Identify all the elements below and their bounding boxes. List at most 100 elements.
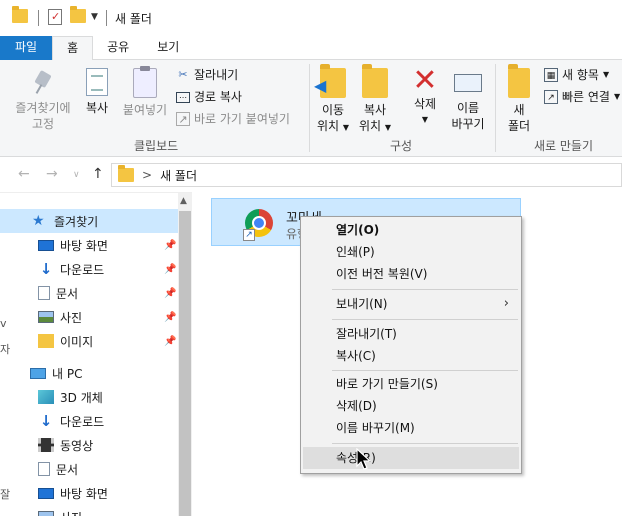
copy-to-button[interactable]: 복사 위치 ▼	[355, 64, 395, 136]
paste-shortcut-button[interactable]: ↗ 바로 가기 붙여넣기	[176, 111, 290, 127]
copy-button[interactable]: 복사	[80, 68, 114, 116]
nav-item-desktop[interactable]: 바탕 화면 📌	[0, 233, 178, 257]
new-item-label: 새 항목	[562, 68, 599, 82]
paste-shortcut-icon: ↗	[176, 112, 190, 126]
nav-label: 문서	[56, 462, 79, 477]
quick-access-dropdown-icon[interactable]: ▼	[91, 12, 98, 22]
easy-access-icon: ↗	[544, 90, 558, 104]
chevron-right-icon: ›	[503, 296, 509, 311]
pc-icon	[30, 367, 46, 379]
scroll-up-icon[interactable]: ▲	[180, 196, 187, 206]
breadcrumb-current[interactable]: 새 폴더	[160, 167, 197, 184]
folder-icon	[118, 165, 134, 182]
recent-chevron-down-icon[interactable]: ∨	[73, 170, 80, 180]
folder-icon	[12, 6, 28, 23]
paste-button[interactable]: 붙여넣기	[118, 66, 172, 118]
new-folder-icon	[508, 64, 530, 98]
rename-button[interactable]: 이름 바꾸기	[448, 68, 488, 132]
tab-view[interactable]: 보기	[143, 36, 193, 60]
menu-item-delete[interactable]: 삭제(D)	[303, 395, 519, 417]
nav-item-this-pc[interactable]: 내 PC	[0, 361, 178, 385]
rename-label-2: 바꾸기	[451, 117, 485, 131]
new-folder-label-2: 폴더	[507, 119, 531, 133]
nav-item-downloads[interactable]: ↓ 다운로드 📌	[0, 257, 178, 281]
nav-label: 바탕 화면	[60, 238, 108, 253]
menu-item-print[interactable]: 인쇄(P)	[303, 241, 519, 263]
menu-item-open[interactable]: 열기(O)	[303, 219, 519, 241]
nav-label: 다운로드	[60, 414, 105, 429]
menu-separator	[332, 370, 518, 371]
nav-item-videos[interactable]: 동영상	[0, 433, 178, 457]
new-folder-button[interactable]: 새 폴더	[502, 64, 536, 134]
copy-path-button[interactable]: ⋯ 경로 복사	[176, 89, 242, 105]
menu-item-create-shortcut[interactable]: 바로 가기 만들기(S)	[303, 373, 519, 395]
nav-label: 즐겨찾기	[54, 214, 99, 229]
shortcut-arrow-icon: ↗	[243, 229, 255, 241]
title-bar: ▼ 새 폴더	[0, 0, 622, 36]
move-label: 이동	[321, 103, 345, 117]
nav-item-pc-downloads[interactable]: ↓ 다운로드	[0, 409, 178, 433]
pictures-icon	[38, 311, 54, 323]
easy-access-label: 빠른 연결	[562, 90, 610, 104]
desktop-icon	[38, 239, 54, 251]
nav-item-quick-access[interactable]: ★ 즐겨찾기	[0, 209, 178, 233]
move-label-2: 위치	[316, 119, 340, 133]
pin-to-quick-access-button[interactable]: 즐겨찾기에 고정	[8, 70, 78, 132]
address-bar: ← → ∨ ↑ > 새 폴더	[0, 158, 622, 192]
move-to-button[interactable]: ◀ 이동 위치 ▼	[314, 64, 352, 136]
new-folder-quick-icon[interactable]	[70, 6, 86, 23]
easy-access-button[interactable]: ↗ 빠른 연결 ▼	[544, 89, 620, 105]
scissors-icon: ✂	[178, 68, 188, 81]
document-icon	[38, 462, 50, 476]
tab-home[interactable]: 홈	[52, 36, 94, 61]
menu-item-send-to[interactable]: 보내기(N) ›	[303, 293, 519, 315]
nav-label: 이미지	[60, 334, 94, 349]
copy-label: 복사	[85, 101, 109, 115]
nav-item-pictures[interactable]: 사진 📌	[0, 305, 178, 329]
menu-item-copy[interactable]: 복사(C)	[303, 345, 519, 367]
desktop-icon	[38, 487, 54, 499]
cut-label: 잘라내기	[194, 68, 239, 82]
cut-button[interactable]: ✂ 잘라내기	[176, 67, 238, 83]
folder-icon	[38, 334, 54, 348]
nav-scrollbar[interactable]: ▲	[178, 193, 192, 516]
delete-button[interactable]: ✕ 삭제 ▼	[407, 66, 443, 128]
back-arrow-icon[interactable]: ←	[18, 166, 30, 182]
scroll-thumb[interactable]	[179, 211, 191, 516]
context-menu: 열기(O) 인쇄(P) 이전 버전 복원(V) 보내기(N) › 잘라내기(T)…	[300, 216, 522, 474]
video-icon	[38, 438, 54, 452]
menu-item-restore-previous[interactable]: 이전 버전 복원(V)	[303, 263, 519, 285]
download-icon: ↓	[39, 260, 53, 278]
menu-item-cut[interactable]: 잘라내기(T)	[303, 323, 519, 345]
group-separator	[495, 64, 496, 152]
new-item-button[interactable]: ▦ 새 항목 ▼	[544, 67, 609, 83]
nav-item-images[interactable]: 이미지 📌	[0, 329, 178, 353]
copy-to-label: 복사	[363, 103, 387, 117]
nav-label: 동영상	[60, 438, 94, 453]
nav-item-pc-documents[interactable]: 문서	[0, 457, 178, 481]
nav-label: 사진	[60, 509, 82, 516]
up-arrow-icon[interactable]: ↑	[92, 166, 104, 182]
pin-icon: 📌	[164, 311, 177, 323]
send-to-label: 보내기(N)	[336, 297, 388, 311]
nav-item-pc-pictures[interactable]: 사진	[0, 505, 178, 516]
new-item-icon: ▦	[544, 68, 558, 82]
separator	[38, 10, 39, 26]
nav-item-documents[interactable]: 문서 📌	[0, 281, 178, 305]
nav-item-3d-objects[interactable]: 3D 개체	[0, 385, 178, 409]
group-label-clipboard: 클립보드	[134, 139, 179, 153]
properties-check-icon[interactable]	[48, 9, 62, 25]
forward-arrow-icon[interactable]: →	[46, 166, 58, 182]
pictures-icon	[38, 511, 54, 516]
menu-item-properties[interactable]: 속성(R)	[303, 447, 519, 469]
address-input[interactable]: > 새 폴더	[111, 163, 622, 187]
breadcrumb-chevron: >	[142, 168, 153, 182]
menu-separator	[332, 289, 518, 290]
tab-share[interactable]: 공유	[93, 36, 143, 60]
tab-file[interactable]: 파일	[0, 36, 53, 60]
paste-shortcut-label: 바로 가기 붙여넣기	[194, 112, 290, 126]
menu-item-rename[interactable]: 이름 바꾸기(M)	[303, 417, 519, 439]
move-to-icon: ◀	[314, 64, 346, 98]
copy-to-label-2: 위치	[358, 119, 382, 133]
nav-item-pc-desktop[interactable]: 바탕 화면	[0, 481, 178, 505]
